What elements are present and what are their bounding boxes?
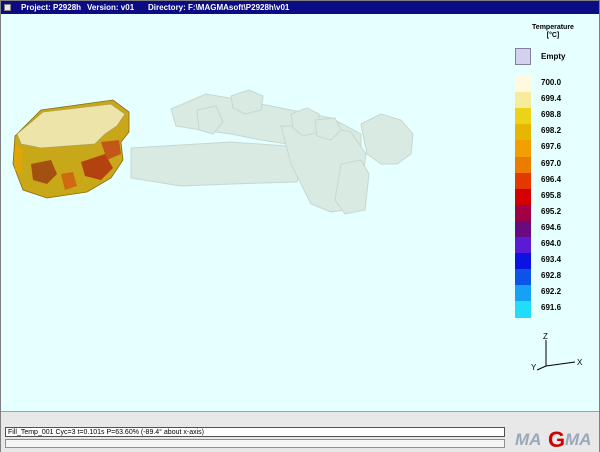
- project-label: Project: P2928h: [21, 3, 82, 12]
- legend-label: 696.4: [541, 174, 562, 184]
- legend-label: 698.8: [541, 110, 562, 120]
- legend-title-quantity: Temperature: [532, 24, 574, 31]
- legend-swatch: [515, 124, 531, 142]
- window-icon[interactable]: [4, 4, 11, 11]
- casting-geometry-filled: [12, 99, 130, 199]
- legend-label: 693.4: [541, 255, 562, 265]
- axis-x-label: X: [577, 358, 583, 367]
- magma-logo: MA G MA: [515, 427, 591, 451]
- casting-render: [12, 89, 414, 215]
- status-bar: Fill_Temp_001 Cyc=3 t=0.101s P=63.60% (-…: [1, 411, 599, 452]
- legend-label: 695.8: [541, 190, 562, 200]
- legend-label: 694.6: [541, 222, 562, 232]
- svg-text:MA: MA: [565, 430, 591, 449]
- legend-title: Temperature [°C]: [517, 24, 589, 40]
- legend-swatch: [515, 76, 531, 93]
- legend-label: 692.8: [541, 271, 562, 281]
- version-label: Version: v01: [87, 3, 135, 12]
- directory-label: Directory: F:\MAGMAsoft\P2928h\v01: [148, 3, 290, 12]
- axis-y-label: Y: [531, 363, 537, 372]
- legend-label: 697.0: [541, 158, 562, 168]
- status-text: Fill_Temp_001 Cyc=3 t=0.101s P=63.60% (-…: [5, 427, 505, 437]
- legend-label: 694.0: [541, 239, 562, 248]
- simulation-window: Project: P2928h Version: v01 Directory: …: [0, 0, 600, 452]
- legend-swatch: [515, 92, 531, 110]
- svg-text:MA: MA: [515, 430, 541, 449]
- legend-swatch: [515, 172, 531, 190]
- casting-geometry-empty: [130, 89, 414, 215]
- legend-swatch: [515, 285, 531, 303]
- legend-swatch: [515, 140, 531, 158]
- legend-label: 691.6: [541, 303, 562, 313]
- legend-swatch: [515, 301, 531, 319]
- legend-label: 699.4: [541, 94, 562, 104]
- legend-label: 697.6: [541, 142, 562, 152]
- 3d-viewport[interactable]: Temperature [°C] Empty 700.0 699.4 698.8 698…: [1, 14, 599, 411]
- legend-swatch: [515, 269, 531, 287]
- axis-z-label: Z: [543, 332, 548, 341]
- legend-swatch: [515, 108, 531, 126]
- axis-triad: Z X Y: [531, 332, 583, 372]
- svg-text:G: G: [548, 427, 565, 451]
- title-bar: Project: P2928h Version: v01 Directory: …: [1, 1, 599, 14]
- legend-label: 700.0: [541, 78, 562, 87]
- legend-title-unit: [°C]: [546, 32, 560, 39]
- legend-label: 698.2: [541, 126, 562, 136]
- legend-swatch: [515, 204, 531, 222]
- legend-label: 692.2: [541, 287, 562, 297]
- legend-swatch: [515, 188, 531, 206]
- legend-swatch: [515, 237, 531, 254]
- legend-swatch: [515, 220, 531, 238]
- legend-label-empty: Empty: [541, 52, 566, 61]
- legend-swatch-empty: [515, 48, 531, 65]
- status-field-secondary: [5, 439, 505, 448]
- legend-label: 695.2: [541, 206, 562, 216]
- legend-swatch: [515, 253, 531, 271]
- legend-swatch: [515, 156, 531, 174]
